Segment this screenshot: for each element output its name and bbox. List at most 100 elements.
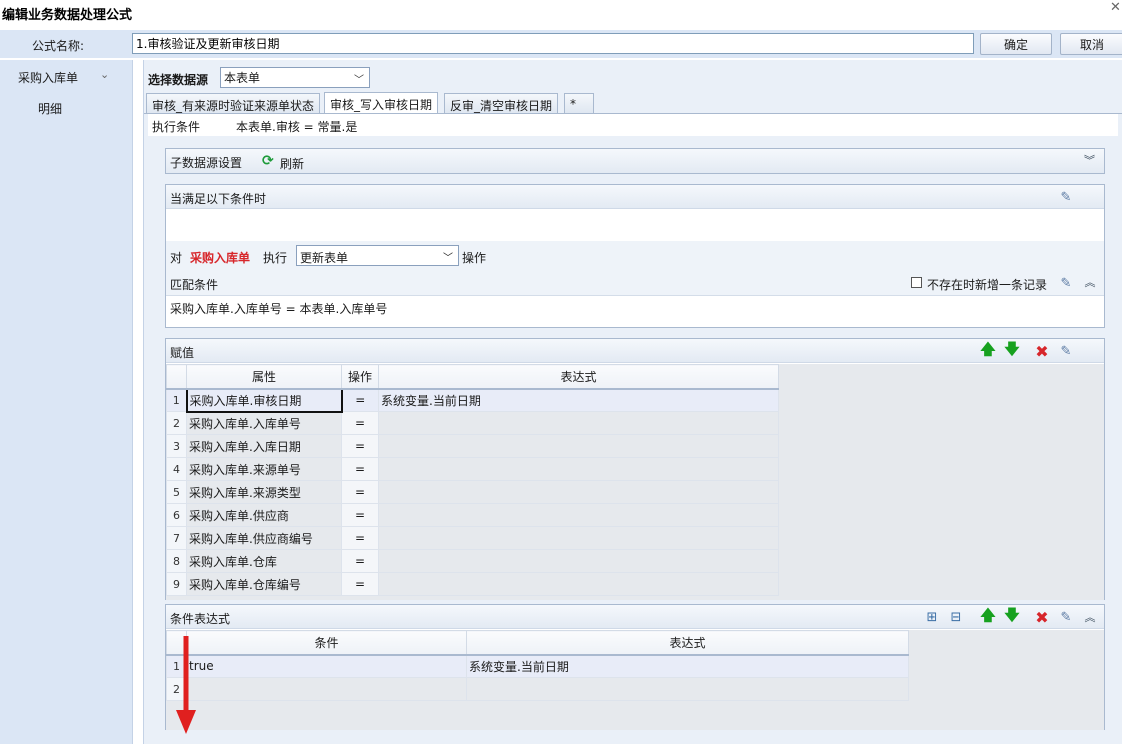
refresh-button[interactable]: 刷新 <box>280 155 304 172</box>
attr-cell[interactable]: 采购入库单.来源类型 <box>186 480 342 504</box>
tab-new[interactable]: * <box>564 93 594 113</box>
op-cell[interactable]: = <box>341 457 379 481</box>
chevron-down-icon[interactable]: ⌄ <box>100 68 109 81</box>
tab-verify-source[interactable]: 审核_有来源时验证来源单状态 <box>146 93 321 113</box>
append-row-icon[interactable]: ⊟ <box>948 609 964 625</box>
row-number: 5 <box>166 480 187 504</box>
op-cell[interactable]: = <box>341 526 379 550</box>
row-number: 6 <box>166 503 187 527</box>
expr-cell[interactable] <box>378 457 779 481</box>
edit-icon[interactable]: ✎ <box>1058 189 1074 205</box>
column-header-cond[interactable]: 条件 <box>186 630 467 656</box>
op-cell[interactable]: = <box>341 434 379 458</box>
op-cell[interactable]: = <box>341 480 379 504</box>
move-down-icon[interactable]: 🡇 <box>1004 340 1020 359</box>
attr-cell[interactable]: 采购入库单.供应商编号 <box>186 526 342 550</box>
close-icon[interactable]: ✕ <box>1110 0 1121 15</box>
attr-cell[interactable]: 采购入库单.来源单号 <box>186 457 342 481</box>
move-up-icon[interactable]: 🡅 <box>980 340 996 359</box>
formula-name-input[interactable] <box>132 33 974 54</box>
cancel-button[interactable]: 取消 <box>1060 33 1122 55</box>
expr-cell[interactable] <box>378 434 779 458</box>
collapse-icon[interactable]: ︽ <box>1082 609 1098 625</box>
move-down-icon[interactable]: 🡇 <box>1004 606 1020 625</box>
chevron-down-icon: ﹀ <box>443 253 453 264</box>
sidebar-item-detail[interactable]: 明细 <box>38 100 62 117</box>
edit-icon[interactable]: ✎ <box>1058 275 1074 291</box>
exec-condition-label: 执行条件 <box>152 120 201 134</box>
edit-icon[interactable]: ✎ <box>1058 609 1074 625</box>
edit-icon[interactable]: ✎ <box>1058 343 1074 359</box>
expr-cell[interactable]: 系统变量.当前日期 <box>466 654 909 678</box>
assignment-panel: 赋值 🡅 🡇 ✖ ✎ 属性 操作 表达式 1 采购入库单.审核日期 = 系统变量.当前… <box>165 338 1105 600</box>
row-number: 3 <box>166 434 187 458</box>
op-cell[interactable]: = <box>341 549 379 573</box>
collapse-icon[interactable]: ︽ <box>1082 274 1098 290</box>
column-header-attr[interactable]: 属性 <box>186 364 342 390</box>
row-number-header <box>166 364 187 390</box>
tab-write-audit-date[interactable]: 审核_写入审核日期 <box>324 92 439 114</box>
table-row[interactable]: 4 采购入库单.来源单号 = <box>166 457 779 481</box>
tab-clear-audit-date[interactable]: 反审_清空审核日期 <box>444 93 559 113</box>
attr-cell[interactable]: 采购入库单.仓库编号 <box>186 572 342 596</box>
cond-cell[interactable]: true <box>186 654 467 678</box>
assignment-table: 属性 操作 表达式 1 采购入库单.审核日期 = 系统变量.当前日期 2 采购入库单.入… <box>166 364 779 596</box>
expr-cell[interactable]: 系统变量.当前日期 <box>378 388 779 412</box>
table-row[interactable]: 7 采购入库单.供应商编号 = <box>166 526 779 550</box>
op-cell[interactable]: = <box>341 411 379 435</box>
expr-cell[interactable] <box>378 526 779 550</box>
column-header-expr[interactable]: 表达式 <box>378 364 779 390</box>
condition-expression-area[interactable] <box>166 209 1104 239</box>
new-record-checkbox[interactable] <box>911 277 922 291</box>
datasource-select[interactable]: 本表单 ﹀ <box>220 67 370 88</box>
action-prefix: 对 <box>170 251 183 265</box>
column-header-expr[interactable]: 表达式 <box>466 630 909 656</box>
expand-icon[interactable]: ︾ <box>1084 152 1095 168</box>
expr-cell[interactable] <box>466 677 909 701</box>
table-row[interactable]: 2 <box>166 677 909 701</box>
op-cell[interactable]: = <box>341 503 379 527</box>
sidebar-group-header[interactable]: 采购入库单 ⌄ <box>0 68 133 86</box>
condition-header: 当满足以下条件时 ✎ <box>166 185 1104 209</box>
table-row[interactable]: 1 true 系统变量.当前日期 <box>166 654 909 678</box>
op-cell[interactable]: = <box>341 572 379 596</box>
delete-icon[interactable]: ✖ <box>1034 342 1050 361</box>
table-row[interactable]: 8 采购入库单.仓库 = <box>166 549 779 573</box>
delete-icon[interactable]: ✖ <box>1034 608 1050 627</box>
row-number: 4 <box>166 457 187 481</box>
table-row[interactable]: 6 采购入库单.供应商 = <box>166 503 779 527</box>
insert-row-icon[interactable]: ⊞ <box>924 609 940 625</box>
chevron-down-icon: ﹀ <box>354 75 364 86</box>
move-up-icon[interactable]: 🡅 <box>980 606 996 625</box>
expr-cell[interactable] <box>378 411 779 435</box>
expr-cell[interactable] <box>378 572 779 596</box>
match-condition-row: 匹配条件 不存在时新增一条记录 ✎ ︽ <box>166 271 1104 295</box>
table-row[interactable]: 1 采购入库单.审核日期 = 系统变量.当前日期 <box>166 387 779 413</box>
row-number: 8 <box>166 549 187 573</box>
table-row[interactable]: 5 采购入库单.来源类型 = <box>166 480 779 504</box>
sidebar: 采购入库单 ⌄ 明细 <box>0 60 133 744</box>
expr-cell[interactable] <box>378 549 779 573</box>
sub-datasource-title: 子数据源设置 <box>170 156 243 170</box>
table-row[interactable]: 3 采购入库单.入库日期 = <box>166 434 779 458</box>
attr-cell[interactable]: 采购入库单.供应商 <box>186 503 342 527</box>
attr-cell[interactable]: 采购入库单.入库单号 <box>186 411 342 435</box>
column-header-op[interactable]: 操作 <box>341 364 379 390</box>
condition-expression-title: 条件表达式 <box>170 612 231 626</box>
exec-condition-value[interactable]: 本表单.审核 = 常量.是 <box>236 118 357 135</box>
attr-cell[interactable]: 采购入库单.审核日期 <box>185 387 343 413</box>
red-arrow-annotation <box>176 636 196 734</box>
action-select[interactable]: 更新表单 ﹀ <box>296 245 459 266</box>
expr-cell[interactable] <box>378 503 779 527</box>
attr-cell[interactable]: 采购入库单.入库日期 <box>186 434 342 458</box>
attr-cell[interactable]: 采购入库单.仓库 <box>186 549 342 573</box>
table-row[interactable]: 9 采购入库单.仓库编号 = <box>166 572 779 596</box>
table-row[interactable]: 2 采购入库单.入库单号 = <box>166 411 779 435</box>
cond-cell[interactable] <box>186 677 467 701</box>
match-expression[interactable]: 采购入库单.入库单号 = 本表单.入库单号 <box>166 295 1104 327</box>
ok-button[interactable]: 确定 <box>980 33 1052 55</box>
expr-cell[interactable] <box>378 480 779 504</box>
new-record-label: 不存在时新增一条记录 <box>927 278 1048 292</box>
op-cell[interactable]: = <box>341 388 379 412</box>
refresh-icon[interactable]: ⟳ <box>262 153 274 169</box>
